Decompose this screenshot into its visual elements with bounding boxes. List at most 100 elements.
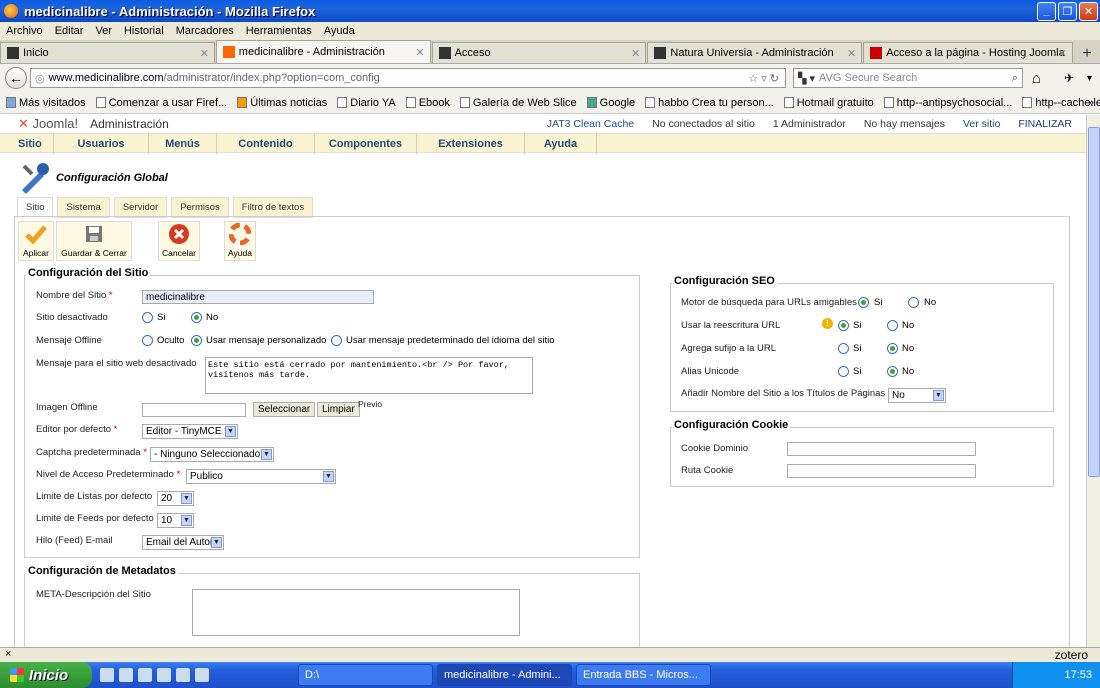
browser-tab[interactable]: Acceso a la página - Hosting Joomla ✕	[863, 42, 1073, 63]
close-tab-icon[interactable]: ✕	[1058, 47, 1067, 60]
start-button[interactable]: Inicio	[0, 662, 92, 688]
url-bar[interactable]: ◎ www.medicinalibre.com/administrator/in…	[30, 68, 786, 88]
close-addon-bar-icon[interactable]: ×	[5, 648, 11, 660]
list-limit-select[interactable]: 20 ▼	[157, 491, 194, 506]
bookmark-item[interactable]: Hotmail gratuito	[783, 97, 874, 109]
taskbar-item[interactable]: D:\	[298, 664, 433, 686]
quick-launch-icon[interactable]	[138, 668, 152, 682]
quick-launch-icon[interactable]	[195, 668, 209, 682]
minimize-button[interactable]: _	[1037, 1, 1056, 21]
save-close-button[interactable]: Guardar & Cerrar	[56, 221, 132, 261]
menu-ayuda-joomla[interactable]: Ayuda	[525, 134, 597, 154]
meta-desc-textarea[interactable]	[192, 589, 520, 636]
rewrite-yes-radio[interactable]	[838, 320, 849, 331]
scrollbar-thumb[interactable]	[1088, 127, 1100, 477]
offline-image-input[interactable]	[142, 403, 246, 417]
addon-icon[interactable]: ✈	[1064, 71, 1074, 85]
view-site-link[interactable]: Ver sitio	[963, 118, 1000, 130]
rewrite-no-radio[interactable]	[887, 320, 898, 331]
close-tab-icon[interactable]: ✕	[847, 47, 856, 60]
tab-servidor[interactable]: Servidor	[113, 197, 168, 218]
quick-launch-icon[interactable]	[157, 668, 171, 682]
unicode-yes-radio[interactable]	[838, 366, 849, 377]
offline-yes-radio[interactable]	[142, 312, 153, 323]
site-name-input[interactable]: medicinalibre	[142, 290, 374, 304]
close-window-button[interactable]: ✕	[1079, 1, 1098, 21]
bookmarks-overflow-icon[interactable]: »	[1088, 97, 1094, 109]
zotero-label[interactable]: zotero	[1055, 648, 1088, 662]
menu-historial[interactable]: Historial	[124, 25, 164, 37]
home-icon[interactable]: ⌂	[1032, 70, 1041, 87]
help-button[interactable]: Ayuda	[224, 221, 256, 261]
taskbar-item-active[interactable]: medicinalibre - Admini...	[437, 664, 572, 686]
quick-launch-icon[interactable]	[119, 668, 133, 682]
menu-chevron-icon[interactable]: ▾	[1087, 73, 1092, 84]
new-tab-button[interactable]: +	[1074, 45, 1100, 63]
cookie-domain-input[interactable]	[787, 442, 976, 456]
search-bar[interactable]: ▚ ▾ AVG Secure Search ⌕	[793, 68, 1023, 88]
menu-menus[interactable]: Menús	[149, 134, 217, 154]
clean-cache-link[interactable]: JAT3 Clean Cache	[547, 118, 634, 130]
maximize-button[interactable]: ❐	[1058, 1, 1077, 21]
sef-no-radio[interactable]	[908, 297, 919, 308]
vertical-scrollbar[interactable]	[1086, 115, 1100, 647]
offline-text-area[interactable]: Este sitio está cerrado por mantenimient…	[205, 357, 533, 394]
access-level-select[interactable]: Publico ▼	[186, 469, 336, 484]
editor-select[interactable]: Editor - TinyMCE ▼	[142, 424, 238, 439]
menu-herramientas[interactable]: Herramientas	[246, 25, 312, 37]
offline-hidden-radio[interactable]	[142, 335, 153, 346]
menu-contenido[interactable]: Contenido	[217, 134, 315, 154]
bookmark-item[interactable]: Google	[586, 97, 635, 109]
logout-link[interactable]: FINALIZAR	[1018, 118, 1072, 130]
bookmark-item[interactable]: Galería de Web Slice	[459, 97, 577, 109]
offline-no-radio[interactable]	[191, 312, 202, 323]
offline-custom-radio[interactable]	[191, 335, 202, 346]
close-tab-icon[interactable]: ✕	[631, 47, 640, 60]
close-tab-icon[interactable]: ✕	[200, 47, 209, 60]
bookmark-item[interactable]: Diario YA	[337, 97, 396, 109]
quick-launch-icon[interactable]	[100, 668, 114, 682]
preview-link[interactable]: Previo	[358, 399, 382, 409]
suffix-no-radio[interactable]	[887, 343, 898, 354]
menu-componentes[interactable]: Componentes	[315, 134, 417, 154]
tab-filtro-textos[interactable]: Filtro de textos	[232, 197, 314, 218]
menu-archivo[interactable]: Archivo	[6, 25, 43, 37]
quick-launch-icon[interactable]	[176, 668, 190, 682]
cookie-path-input[interactable]	[787, 464, 976, 478]
select-image-button[interactable]: Seleccionar	[253, 402, 316, 417]
sitename-title-select[interactable]: No ▼	[888, 388, 946, 403]
feed-limit-select[interactable]: 10 ▼	[157, 513, 194, 528]
search-icon[interactable]: ⌕	[1012, 72, 1018, 85]
menu-sitio[interactable]: Sitio	[0, 134, 54, 154]
menu-marcadores[interactable]: Marcadores	[176, 25, 234, 37]
close-tab-icon[interactable]: ✕	[415, 46, 424, 59]
menu-ayuda[interactable]: Ayuda	[324, 25, 355, 37]
menu-ver[interactable]: Ver	[95, 25, 112, 37]
tab-sitio[interactable]: Sitio	[17, 197, 54, 218]
bookmark-item[interactable]: Últimas noticias	[237, 97, 327, 109]
taskbar-item[interactable]: Entrada BBS - Micros...	[576, 664, 711, 686]
cancel-button[interactable]: Cancelar	[158, 221, 200, 261]
menu-editar[interactable]: Editar	[55, 25, 84, 37]
captcha-select[interactable]: - Ninguno Seleccionado - ▼	[150, 447, 274, 462]
offline-default-radio[interactable]	[331, 335, 342, 346]
menu-usuarios[interactable]: Usuarios	[54, 134, 149, 154]
tab-permisos[interactable]: Permisos	[171, 197, 229, 218]
bookmark-item[interactable]: Comenzar a usar Firef...	[95, 97, 227, 109]
browser-tab[interactable]: Inicio ✕	[0, 42, 215, 63]
browser-tab-active[interactable]: medicinalibre - Administración ✕	[215, 40, 431, 63]
bookmark-item[interactable]: habbo Crea tu person...	[645, 97, 774, 109]
suffix-yes-radio[interactable]	[838, 343, 849, 354]
feed-email-select[interactable]: Email del Autor ▼	[142, 535, 224, 550]
menu-extensiones[interactable]: Extensiones	[417, 134, 525, 154]
bookmark-item[interactable]: http--antipsychosocial...	[883, 97, 1012, 109]
unicode-no-radio[interactable]	[887, 366, 898, 377]
bookmark-item[interactable]: Ebook	[405, 97, 450, 109]
reload-icon[interactable]: ☆ ▿ ↻	[748, 72, 779, 85]
bookmark-item[interactable]: Más visitados	[6, 97, 86, 109]
back-button[interactable]: ←	[5, 67, 27, 89]
apply-button[interactable]: Aplicar	[18, 221, 54, 261]
clear-image-button[interactable]: Limpiar	[317, 402, 360, 417]
browser-tab[interactable]: Natura Universia - Administración ✕	[647, 42, 863, 63]
tab-sistema[interactable]: Sistema	[57, 197, 110, 218]
